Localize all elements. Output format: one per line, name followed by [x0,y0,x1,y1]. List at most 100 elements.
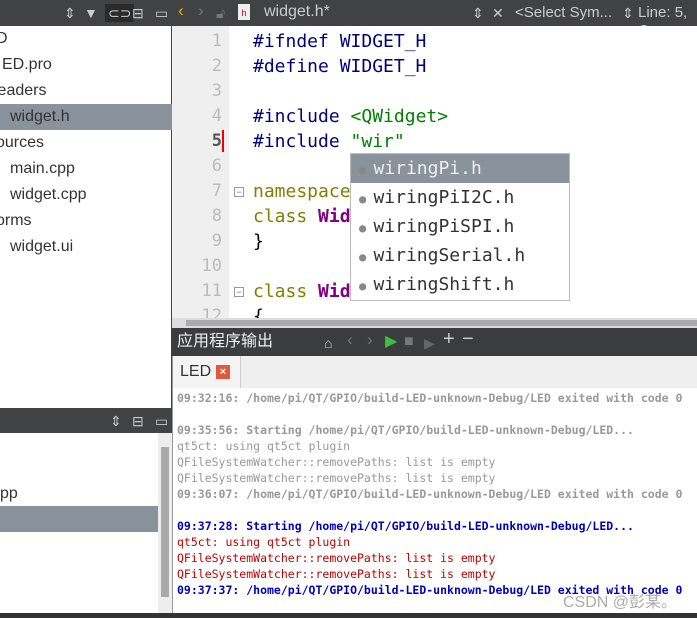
open-document-selected[interactable] [0,506,158,532]
current-line-marker [222,130,224,152]
open-documents-toolbar: ⇕ ⊟ ▭ [0,408,172,433]
back-icon[interactable]: ‹ [178,2,184,20]
tree-item[interactable]: leaders [0,78,166,104]
tree-item[interactable]: widget.h [0,104,172,130]
sort-arrows-icon[interactable]: ⇕ [64,4,76,22]
close-file-icon[interactable]: ✕ [492,4,504,22]
log-line: QFileSystemWatcher::removePaths: list is… [177,471,496,485]
code-line-4: #include <QWidget> [253,106,449,127]
code-line-2: #define WIDGET_H [253,56,427,77]
stop-icon[interactable]: ■ [404,333,414,351]
log-line: qt5ct: using qt5ct plugin [177,535,351,549]
code-line-12: { [253,306,264,318]
line-number: 1 [211,31,222,51]
open-document-item[interactable]: pp [0,481,172,507]
bullet-icon: ● [359,250,374,264]
line-number: 8 [211,206,222,226]
log-line: 09:32:16: /home/pi/QT/GPIO/build-LED-unk… [177,391,683,405]
line-number: 2 [211,56,222,76]
code-line-7: namespace [253,181,351,202]
line-number: 9 [211,231,222,251]
log-line: 09:36:07: /home/pi/QT/GPIO/build-LED-unk… [177,487,683,501]
horizontal-scrollbar[interactable] [172,318,697,328]
tree-item-label: leaders [0,82,47,99]
bullet-icon: ● [359,221,374,235]
tab-led[interactable]: LED × [173,356,241,388]
filename-label[interactable]: widget.h* [264,3,330,21]
tree-item-label: widget.cpp [10,186,87,203]
sort-arrows-icon[interactable]: ⇕ [110,412,122,430]
split-icon[interactable]: ⊟ [132,4,144,22]
code-line-5: #include "wir" [253,131,405,152]
tree-item[interactable]: ED.pro [0,52,172,78]
document-label: pp [0,485,18,502]
next-icon[interactable]: › [367,331,373,349]
completion-item[interactable]: ● wiringPi.h [351,154,569,183]
link-icon[interactable]: ⊂⊃ [105,4,135,22]
log-line: 09:37:28: Starting /home/pi/QT/GPIO/buil… [177,519,634,533]
editor-toolbar: ‹ › 🔓︎ h widget.h* ⇕ ✕ <Select Sym... ⇕ … [172,0,697,39]
log-line: QFileSystemWatcher::removePaths: list is… [177,551,496,565]
line-number: 4 [211,106,222,126]
clear-output-icon[interactable]: ⌂ [324,334,332,352]
log-line: QFileSystemWatcher::removePaths: list is… [177,567,496,581]
line-number: 6 [211,156,222,176]
tree-item[interactable]: widget.cpp [0,182,172,208]
line-number: 12 [201,306,222,318]
log-line: qt5ct: using qt5ct plugin [177,439,351,453]
symbol-dropdown-icon[interactable]: ⇕ [622,4,634,22]
line-number: 7 [211,181,222,201]
output-pane-title: 应用程序输出 [177,333,274,350]
forward-icon[interactable]: › [198,2,204,20]
tree-item-label: widget.ui [10,238,74,255]
tree-item-label: D [0,30,8,47]
log-line: 09:35:56: Starting /home/pi/QT/GPIO/buil… [177,423,634,437]
completion-label: wiringPiI2C.h [373,187,515,208]
close-tab-icon[interactable]: × [216,365,230,379]
symbol-select[interactable]: <Select Sym... [515,4,612,22]
lock-icon: 🔓︎ [216,5,226,21]
bullet-icon: ● [359,279,374,293]
split-icon[interactable]: ⊟ [132,412,144,430]
tree-item-label: ources [0,134,45,151]
header-file-icon: h [238,4,250,20]
line-number: 5 [211,131,222,151]
close-pane-icon[interactable]: ▭ [155,412,168,430]
output-tabs: LED × [172,356,697,388]
debug-run-icon[interactable]: ▶ [424,334,435,352]
project-toolbar: ⇕ ▼ ⊂⊃ ⊟ ▭ [0,0,172,26]
tree-item[interactable]: ources [0,130,168,156]
tree-item-label: widget.h [10,108,70,125]
bullet-icon: ● [359,192,374,206]
tree-item-label: orms [0,212,32,229]
fold-icon[interactable]: − [234,187,244,197]
tree-item[interactable]: widget.ui [0,234,172,260]
completion-item[interactable]: ● wiringShift.h [351,270,569,299]
line-number: 11 [201,281,222,301]
completion-item[interactable]: ● wiringPiI2C.h [351,183,569,212]
run-icon[interactable]: ▶ [385,333,397,351]
tree-item-label: ED.pro [2,56,52,73]
file-dropdown-icon[interactable]: ⇕ [472,4,484,22]
tab-label: LED [180,363,212,380]
completion-item[interactable]: ● wiringPiSPI.h [351,212,569,241]
output-pane-header: 应用程序输出 ⌂ ‹ › ▶ ■ ▶ + − [172,328,697,356]
completion-label: wiringPi.h [373,158,482,179]
tree-item[interactable]: orms [0,208,168,234]
prev-icon[interactable]: ‹ [347,331,353,349]
tree-item[interactable]: D [0,26,168,52]
log-line: QFileSystemWatcher::removePaths: list is… [177,455,496,469]
completion-item[interactable]: ● wiringSerial.h [351,241,569,270]
filter-icon[interactable]: ▼ [84,4,98,22]
bullet-icon: ● [359,163,374,177]
line-number: 10 [201,256,222,276]
fold-icon[interactable]: − [234,287,244,297]
zoom-out-icon[interactable]: − [462,329,474,349]
scrollbar[interactable] [158,433,172,613]
tree-item[interactable]: main.cpp [0,156,172,182]
zoom-in-icon[interactable]: + [443,329,455,349]
completion-popup: ● wiringPi.h ● wiringPiI2C.h ● wiringPiSPI… [350,153,570,301]
completion-label: wiringPiSPI.h [373,216,515,237]
watermark: CSDN @彭某。 [563,594,678,611]
close-pane-icon[interactable]: ▭ [155,4,168,22]
